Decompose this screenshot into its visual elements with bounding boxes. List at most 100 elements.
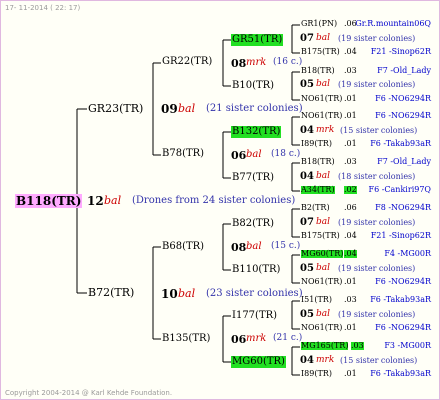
ancestor-location[interactable]: F6 -NO6294R	[375, 112, 431, 120]
ancestor-value: .01	[344, 369, 357, 378]
ggp-code: 07	[300, 33, 314, 44]
parent-name[interactable]: GR23(TR)	[88, 103, 143, 114]
queen-code: 12	[87, 194, 104, 208]
parent-name[interactable]: B72(TR)	[88, 287, 134, 298]
grandparent-code: 08	[231, 57, 247, 70]
ancestor-name[interactable]: B2(TR)	[301, 204, 330, 212]
parent-code: 09	[161, 102, 178, 116]
ancestor-location[interactable]: F7 -Old_Lady	[377, 67, 431, 75]
ggp-mark: mrk	[316, 125, 335, 135]
ggp-code: 05	[300, 79, 314, 90]
ggp-code: 05	[300, 309, 314, 320]
ggp-mark: bal	[316, 171, 331, 181]
ancestor-name[interactable]: GR1(PN)	[301, 20, 337, 28]
ancestor-location[interactable]: F4 -MG00R	[384, 250, 431, 258]
grandparent-note: (15 c.)	[271, 241, 301, 251]
report-date: 17- 11-2014 ( 22: 17)	[5, 4, 81, 12]
ggp-note: (15 sister colonies)	[340, 356, 418, 365]
ancestor-name[interactable]: I51(TR)	[301, 296, 332, 304]
grandparent-note: (21 c.)	[273, 333, 303, 343]
ggp-code: 04	[300, 125, 314, 136]
ancestor-name[interactable]: B18(TR)	[301, 67, 335, 75]
ggp-code: 04	[300, 171, 314, 182]
ggp-name[interactable]: B10(TR)	[232, 81, 274, 91]
queen-name[interactable]: B118(TR)	[15, 194, 83, 208]
ggp-name[interactable]: B110(TR)	[232, 265, 280, 275]
ancestor-name[interactable]: NO61(TR)	[301, 112, 342, 120]
ggp-code: 04	[300, 355, 314, 366]
ggp-code: 07	[300, 217, 314, 228]
ggp-mark: mrk	[316, 355, 335, 365]
copyright-notice: Copyright 2004-2014 @ Karl Kehde Foundat…	[5, 389, 173, 397]
ggp-name[interactable]: B77(TR)	[232, 173, 274, 183]
grandparent-note: (18 c.)	[271, 149, 301, 159]
parent-note: (23 sister colonies)	[206, 288, 303, 299]
ancestor-name[interactable]: I89(TR)	[301, 140, 332, 148]
grandparent-name[interactable]: B68(TR)	[162, 242, 204, 252]
ancestor-name[interactable]: B18(TR)	[301, 158, 335, 166]
grandparent-mark: bal	[246, 149, 262, 160]
ancestor-name[interactable]: I89(TR)	[301, 370, 332, 378]
ancestor-location[interactable]: F6 -Takab93aR	[370, 296, 431, 304]
parent-note: (21 sister colonies)	[206, 103, 303, 114]
ancestor-location[interactable]: Gr.R.mountain06Q	[355, 20, 431, 28]
grandparent-mark: bal	[246, 241, 262, 252]
ggp-note: (19 sister colonies)	[338, 80, 416, 89]
ggp-mark: bal	[316, 263, 331, 273]
ggp-note: (19 sister colonies)	[338, 310, 416, 319]
ancestor-location[interactable]: F6 -Cankiri97Q	[369, 186, 431, 194]
grandparent-name[interactable]: GR22(TR)	[162, 57, 212, 67]
ggp-name[interactable]: GR51(TR)	[231, 34, 284, 46]
ancestor-name[interactable]: NO61(TR)	[301, 324, 342, 332]
ancestor-location[interactable]: F3 -MG00R	[384, 342, 431, 350]
ancestor-location[interactable]: F21 -Sinop62R	[371, 48, 431, 56]
ggp-note: (18 sister colonies)	[338, 172, 416, 181]
ancestor-location[interactable]: F8 -NO6294R	[375, 204, 431, 212]
ggp-mark: bal	[316, 79, 331, 89]
ggp-name[interactable]: MG60(TR)	[231, 356, 286, 368]
pedigree-frame: 17- 11-2014 ( 22: 17) Copyright 2004-201…	[0, 0, 440, 400]
ancestor-location[interactable]: F6 -Takab93aR	[370, 370, 431, 378]
ggp-note: (19 sister colonies)	[338, 264, 416, 273]
ancestor-value: .01	[344, 323, 357, 332]
ancestor-location[interactable]: F6 -Takab93aR	[370, 140, 431, 148]
ancestor-location[interactable]: F7 -Old_Lady	[377, 158, 431, 166]
grandparent-name[interactable]: B135(TR)	[162, 334, 210, 344]
ggp-mark: bal	[316, 309, 331, 319]
ggp-mark: bal	[316, 33, 331, 43]
parent-code: 10	[161, 287, 178, 301]
grandparent-code: 06	[231, 149, 247, 162]
ancestor-name[interactable]: MG165(TR)	[301, 342, 349, 350]
ggp-note: (19 sister colonies)	[338, 218, 416, 227]
grandparent-name[interactable]: B78(TR)	[162, 149, 204, 159]
ancestor-value: .01	[344, 277, 357, 286]
parent-mark: bal	[178, 102, 196, 115]
grandparent-note: (16 c.)	[273, 57, 303, 67]
ancestor-value: .02	[344, 185, 357, 194]
ancestor-value: .03	[344, 157, 357, 166]
ancestor-name[interactable]: MG60(TR)	[301, 250, 344, 258]
ancestor-name[interactable]: A34(TR)	[301, 186, 335, 194]
grandparent-code: 06	[231, 333, 247, 346]
ancestor-value: .01	[344, 139, 357, 148]
ancestor-location[interactable]: F6 -NO6294R	[375, 278, 431, 286]
ancestor-value: .06	[344, 203, 357, 212]
queen-note: (Drones from 24 sister colonies)	[132, 195, 296, 206]
ancestor-location[interactable]: F21 -Sinop62R	[371, 232, 431, 240]
ancestor-name[interactable]: B175(TR)	[301, 232, 340, 240]
ggp-name[interactable]: B82(TR)	[232, 219, 274, 229]
ancestor-name[interactable]: NO61(TR)	[301, 95, 342, 103]
grandparent-mark: mrk	[246, 57, 267, 68]
ancestor-location[interactable]: F6 -NO6294R	[375, 324, 431, 332]
ancestor-value: .04	[344, 231, 357, 240]
ancestor-value: .03	[351, 341, 364, 350]
grandparent-code: 08	[231, 241, 247, 254]
ancestor-name[interactable]: NO61(TR)	[301, 278, 342, 286]
ancestor-name[interactable]: B175(TR)	[301, 48, 340, 56]
ancestor-location[interactable]: F6 -NO6294R	[375, 95, 431, 103]
ggp-mark: bal	[316, 217, 331, 227]
grandparent-mark: mrk	[246, 333, 267, 344]
ggp-name[interactable]: I177(TR)	[232, 311, 277, 321]
ggp-name[interactable]: B132(TR)	[231, 126, 282, 138]
ancestor-value: .03	[344, 66, 357, 75]
